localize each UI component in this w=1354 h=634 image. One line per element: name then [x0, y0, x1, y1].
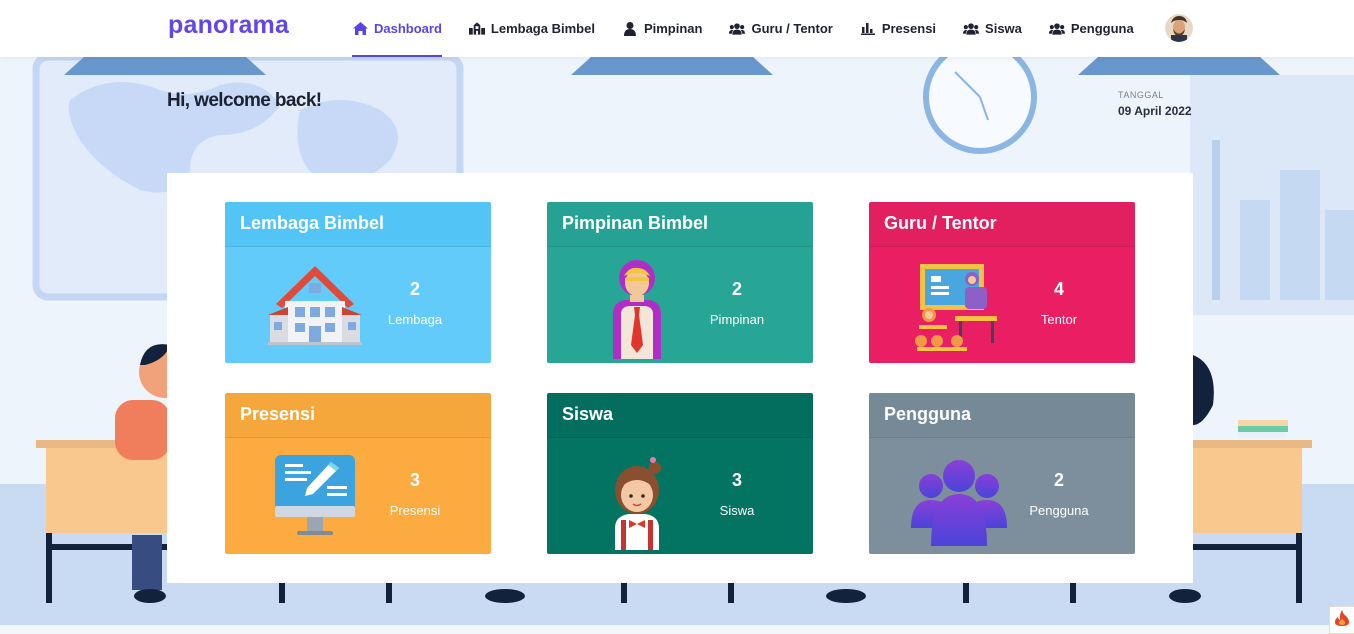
user-avatar[interactable] — [1165, 14, 1193, 42]
card-unit: Lembaga — [387, 312, 443, 327]
card-presensi[interactable]: Presensi 3 Presensi — [225, 393, 491, 554]
card-body: 2 Lembaga — [225, 247, 491, 363]
card-count: 4 — [1053, 279, 1064, 299]
nav-item-pengguna[interactable]: Pengguna — [1048, 0, 1134, 57]
nav-item-siswa[interactable]: Siswa — [963, 0, 1022, 57]
card-title: Guru / Tentor — [869, 202, 1135, 247]
card-body: 3 Siswa — [547, 438, 813, 554]
welcome-heading: Hi, welcome back! — [167, 90, 322, 111]
top-navbar: panorama Dashboard Lembaga Bimbel Pimpin… — [0, 0, 1354, 57]
nav-item-guru-tentor[interactable]: Guru / Tentor — [729, 0, 833, 57]
users-icon — [963, 22, 980, 36]
users-icon — [729, 22, 746, 36]
card-unit: Presensi — [389, 503, 441, 518]
school-building-illustration — [265, 259, 365, 359]
card-title: Pimpinan Bimbel — [547, 202, 813, 247]
nav-label: Pengguna — [1070, 21, 1134, 36]
leader-woman-illustration — [587, 259, 687, 359]
card-pimpinan-bimbel[interactable]: Pimpinan Bimbel 2 Pimpinan — [547, 202, 813, 363]
users-group-illustration — [909, 450, 1009, 550]
card-unit: Pengguna — [1029, 503, 1089, 518]
nav-label: Pimpinan — [643, 21, 703, 36]
main-nav: Dashboard Lembaga Bimbel Pimpinan Guru /… — [352, 0, 1161, 57]
nav-item-dashboard[interactable]: Dashboard — [352, 0, 442, 57]
flame-icon — [1335, 609, 1349, 631]
nav-label: Guru / Tentor — [751, 21, 833, 36]
card-guru-tentor[interactable]: Guru / Tentor 4 Tentor — [869, 202, 1135, 363]
chart-icon — [860, 22, 876, 36]
card-count: 3 — [409, 470, 420, 490]
card-pengguna[interactable]: Pengguna 2 Pengguna — [869, 393, 1135, 554]
home-icon — [352, 22, 368, 36]
card-siswa[interactable]: Siswa 3 Siswa — [547, 393, 813, 554]
dashboard-panel: Lembaga Bimbel 2 Lembaga Pimpinan Bimbel… — [167, 173, 1193, 583]
user-icon — [622, 21, 638, 36]
nav-item-pimpinan[interactable]: Pimpinan — [622, 0, 703, 57]
card-title: Siswa — [547, 393, 813, 438]
users-icon — [1048, 22, 1065, 36]
date-label: TANGGAL — [1118, 90, 1164, 100]
nav-item-presensi[interactable]: Presensi — [860, 0, 936, 57]
card-lembaga-bimbel[interactable]: Lembaga Bimbel 2 Lembaga — [225, 202, 491, 363]
card-count: 3 — [731, 470, 742, 490]
card-unit: Pimpinan — [709, 312, 765, 327]
card-unit: Siswa — [719, 503, 755, 518]
card-title: Pengguna — [869, 393, 1135, 438]
nav-item-lembaga-bimbel[interactable]: Lembaga Bimbel — [468, 0, 595, 57]
card-unit: Tentor — [1040, 312, 1078, 327]
student-girl-illustration — [587, 450, 687, 550]
monitor-form-illustration — [265, 450, 365, 550]
card-body: 4 Tentor — [869, 247, 1135, 363]
nav-label: Siswa — [985, 21, 1022, 36]
date-value: 09 April 2022 — [1118, 104, 1192, 118]
card-body: 3 Presensi — [225, 438, 491, 554]
card-count: 2 — [731, 279, 742, 299]
debug-toolbar-button[interactable] — [1329, 606, 1354, 634]
card-body: 2 Pimpinan — [547, 247, 813, 363]
card-count: 2 — [1053, 470, 1064, 490]
card-title: Lembaga Bimbel — [225, 202, 491, 247]
building-icon — [468, 22, 485, 36]
card-title: Presensi — [225, 393, 491, 438]
nav-label: Lembaga Bimbel — [490, 21, 595, 36]
teacher-classroom-illustration — [909, 259, 1009, 359]
nav-label: Presensi — [881, 21, 937, 36]
card-body: 2 Pengguna — [869, 438, 1135, 554]
nav-label: Dashboard — [374, 21, 442, 36]
brand-logo[interactable]: panorama — [168, 11, 289, 40]
card-count: 2 — [409, 279, 420, 299]
